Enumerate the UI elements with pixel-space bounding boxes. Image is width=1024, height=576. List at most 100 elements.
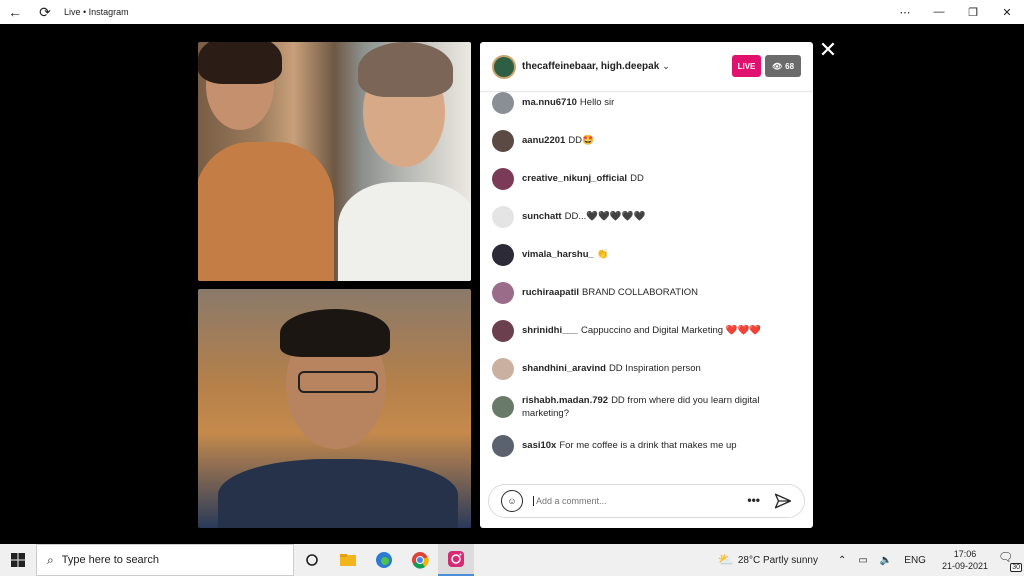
comment-username[interactable]: creative_nikunj_official bbox=[522, 173, 627, 184]
clock-date: 21-09-2021 bbox=[941, 561, 988, 571]
comment-item: sunchatt DD...🖤🖤🖤🖤🖤 bbox=[492, 206, 797, 228]
send-icon[interactable] bbox=[774, 492, 792, 510]
host-names[interactable]: thecaffeinebaar, high.deepak bbox=[522, 61, 659, 72]
eye-icon: 👁 bbox=[771, 61, 783, 71]
windows-logo-icon bbox=[11, 553, 25, 567]
guest-figure-hair bbox=[280, 309, 390, 357]
comment-text: DD Inspiration person bbox=[608, 363, 701, 374]
window-title: Live • Instagram bbox=[64, 7, 129, 17]
notification-count: 30 bbox=[1010, 563, 1022, 572]
chevron-down-icon[interactable]: ⌄ bbox=[662, 61, 670, 72]
speaker-icon[interactable]: 🔈 bbox=[880, 555, 892, 566]
comment-item: rishabh.madan.792 DD from where did you l… bbox=[492, 395, 797, 420]
chrome-button[interactable] bbox=[402, 544, 438, 576]
comment-username[interactable]: shrinidhi___ bbox=[522, 325, 578, 336]
search-placeholder: Type here to search bbox=[61, 554, 159, 566]
comment-avatar[interactable] bbox=[492, 435, 514, 457]
chevron-up-icon[interactable]: ⌃ bbox=[838, 555, 846, 566]
language-indicator[interactable]: ENG bbox=[904, 555, 926, 566]
live-chat-panel: thecaffeinebaar, high.deepak ⌄ LIVE 👁 68… bbox=[480, 42, 813, 528]
close-live-button[interactable]: ✕ bbox=[817, 39, 839, 61]
back-button[interactable]: ← bbox=[0, 0, 30, 24]
start-button[interactable] bbox=[0, 544, 36, 576]
comment-username[interactable]: sunchatt bbox=[522, 211, 562, 222]
host-avatar[interactable] bbox=[492, 54, 516, 79]
comment-text: BRAND COLLABORATION bbox=[582, 287, 698, 298]
comment-text: DD bbox=[630, 173, 644, 184]
edge-icon bbox=[376, 552, 392, 568]
folder-icon bbox=[340, 554, 356, 566]
edge-button[interactable] bbox=[366, 544, 402, 576]
chat-header: thecaffeinebaar, high.deepak ⌄ LIVE 👁 68 bbox=[480, 42, 813, 92]
chrome-icon bbox=[412, 552, 429, 569]
search-icon: ⌕ bbox=[47, 552, 54, 567]
glasses bbox=[298, 371, 378, 393]
taskbar-search[interactable]: ⌕ Type here to search bbox=[36, 544, 294, 576]
windows-taskbar: ⌕ Type here to search ⛅ 28°C Partly sunn… bbox=[0, 544, 1024, 576]
comment-composer: ☺ ••• bbox=[488, 484, 805, 518]
comment-avatar[interactable] bbox=[492, 282, 514, 304]
comment-username[interactable]: sasi10x bbox=[522, 440, 556, 451]
notification-center-button[interactable]: 🗨 30 bbox=[998, 550, 1022, 572]
comment-item: shrinidhi___ Cappuccino and Digital Marke… bbox=[492, 320, 797, 342]
comment-avatar[interactable] bbox=[492, 130, 514, 152]
comment-username[interactable]: vimala_harshu_ bbox=[522, 249, 594, 260]
comment-item: shandhini_aravind DD Inspiration person bbox=[492, 358, 797, 380]
comment-username[interactable]: rishabh.madan.792 bbox=[522, 395, 608, 406]
partly-sunny-icon: ⛅ bbox=[717, 552, 734, 567]
comment-item: creative_nikunj_official DD bbox=[492, 168, 797, 190]
weather-condition[interactable]: Partly sunny bbox=[763, 555, 818, 566]
clock[interactable]: 17:06 21-09-2021 bbox=[942, 548, 988, 572]
system-tray: ⛅ 28°C Partly sunny ⌃ ▭ 🔈 ENG 17:06 21-0… bbox=[718, 544, 1024, 576]
clock-time: 17:06 bbox=[953, 549, 977, 559]
comment-avatar[interactable] bbox=[492, 168, 514, 190]
instagram-icon bbox=[448, 551, 464, 567]
guest-figure-hair bbox=[198, 42, 282, 84]
comment-avatar[interactable] bbox=[492, 244, 514, 266]
weather-temperature[interactable]: 28°C bbox=[738, 555, 760, 566]
guest-figure-body bbox=[218, 459, 458, 528]
minimize-button[interactable]: — bbox=[922, 0, 956, 24]
comment-item: vimala_harshu_ 👏 bbox=[492, 244, 797, 266]
comment-avatar[interactable] bbox=[492, 320, 514, 342]
comment-input[interactable] bbox=[533, 496, 733, 506]
close-window-button[interactable]: ✕ bbox=[990, 0, 1024, 24]
comment-avatar[interactable] bbox=[492, 206, 514, 228]
viewer-count-badge[interactable]: 👁 68 bbox=[765, 55, 801, 77]
more-options-icon[interactable]: ••• bbox=[747, 493, 760, 507]
guest-video-feed bbox=[198, 289, 471, 528]
comment-item: ruchiraapatil BRAND COLLABORATION bbox=[492, 282, 797, 304]
comment-avatar[interactable] bbox=[492, 396, 514, 418]
comments-list[interactable]: ma.nnu6710 Hello sir aanu2201 DD🤩 creative… bbox=[480, 92, 813, 477]
comment-username[interactable]: ma.nnu6710 bbox=[522, 97, 577, 108]
viewer-count: 68 bbox=[785, 61, 795, 71]
guest-figure-body bbox=[198, 142, 334, 281]
comment-username[interactable]: aanu2201 bbox=[522, 135, 565, 146]
live-stage: ✕ thecaffeinebaar, high.deepak ⌄ LIVE 👁 … bbox=[0, 24, 1024, 544]
window-title-bar: ← ⟳ Live • Instagram ⋯ — ❐ ✕ bbox=[0, 0, 1024, 24]
comment-text: DD🤩 bbox=[568, 135, 594, 146]
comment-username[interactable]: ruchiraapatil bbox=[522, 287, 579, 298]
comment-text: 👏 bbox=[596, 249, 609, 260]
comment-text: DD...🖤🖤🖤🖤🖤 bbox=[564, 211, 646, 222]
comment-text: For me coffee is a drink that makes me u… bbox=[559, 440, 737, 451]
task-view-icon bbox=[306, 554, 318, 566]
instagram-button[interactable] bbox=[438, 544, 474, 576]
comment-username[interactable]: shandhini_aravind bbox=[522, 363, 606, 374]
comment-text: Cappuccino and Digital Marketing ❤️❤️❤️ bbox=[580, 325, 762, 336]
host-figure-hair bbox=[358, 42, 453, 97]
comment-text: Hello sir bbox=[579, 97, 615, 108]
file-explorer-button[interactable] bbox=[330, 544, 366, 576]
host-video-feed bbox=[198, 42, 471, 281]
battery-icon[interactable]: ▭ bbox=[858, 555, 867, 566]
comment-avatar[interactable] bbox=[492, 92, 514, 114]
refresh-button[interactable]: ⟳ bbox=[30, 0, 60, 24]
task-view-button[interactable] bbox=[294, 544, 330, 576]
emoji-icon[interactable]: ☺ bbox=[501, 490, 523, 512]
host-figure-body bbox=[338, 182, 471, 281]
comment-avatar[interactable] bbox=[492, 358, 514, 380]
live-badge: LIVE bbox=[732, 55, 761, 77]
comment-item: aanu2201 DD🤩 bbox=[492, 130, 797, 152]
more-options-button[interactable]: ⋯ bbox=[888, 0, 922, 24]
restore-button[interactable]: ❐ bbox=[956, 0, 990, 24]
